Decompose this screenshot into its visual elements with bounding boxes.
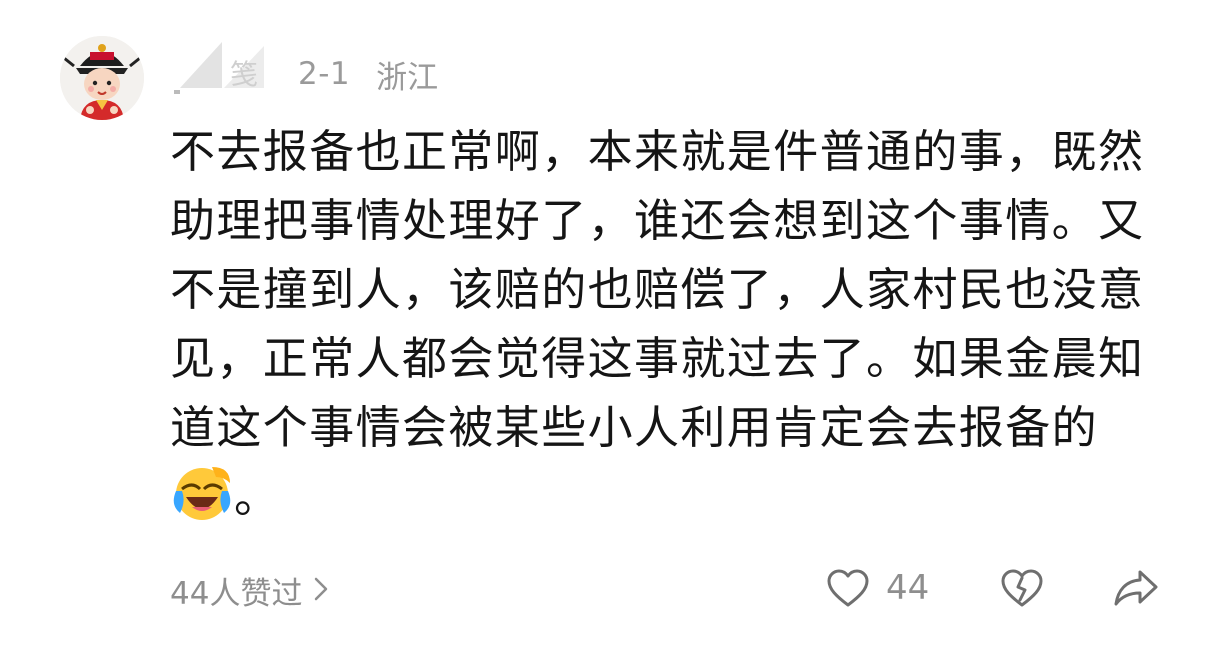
user-avatar[interactable]	[60, 36, 144, 120]
dislike-button[interactable]	[1000, 568, 1044, 612]
like-button[interactable]: 44	[826, 568, 929, 608]
comment-text-main: 不去报备也正常啊，本来就是件普通的事，既然助理把事情处理好了，谁还会想到这个事情…	[170, 125, 1145, 454]
comment-footer: 44人赞过 44	[0, 560, 1220, 620]
comment-location: 浙江	[376, 59, 439, 96]
chevron-right-icon	[314, 573, 328, 609]
cartoon-girl-avatar-icon	[60, 36, 144, 120]
comment-card: 笺 2-1 浙江 不去报备也正常啊，本来就是件普通的事，既然助理把事情处理好了，…	[0, 0, 1220, 661]
heart-icon	[827, 569, 869, 607]
comment-text-end: 。	[234, 470, 281, 523]
username-blur-graphic	[174, 42, 264, 94]
username-text: 笺	[230, 58, 259, 91]
comment-text: 不去报备也正常啊，本来就是件普通的事，既然助理把事情处理好了，谁还会想到这个事情…	[170, 117, 1145, 531]
likers-link[interactable]: 44人赞过	[170, 568, 328, 613]
username[interactable]: 笺	[172, 42, 276, 96]
broken-heart-icon	[1001, 569, 1043, 607]
share-button[interactable]	[1112, 568, 1160, 612]
share-arrow-icon	[1114, 570, 1158, 606]
laughing-crying-emoji-icon	[173, 467, 231, 520]
comment-meta: 笺 2-1 浙江	[172, 42, 439, 96]
likers-text: 44人赞过	[170, 576, 303, 612]
comment-date: 2-1	[298, 56, 351, 92]
like-count: 44	[886, 568, 930, 608]
